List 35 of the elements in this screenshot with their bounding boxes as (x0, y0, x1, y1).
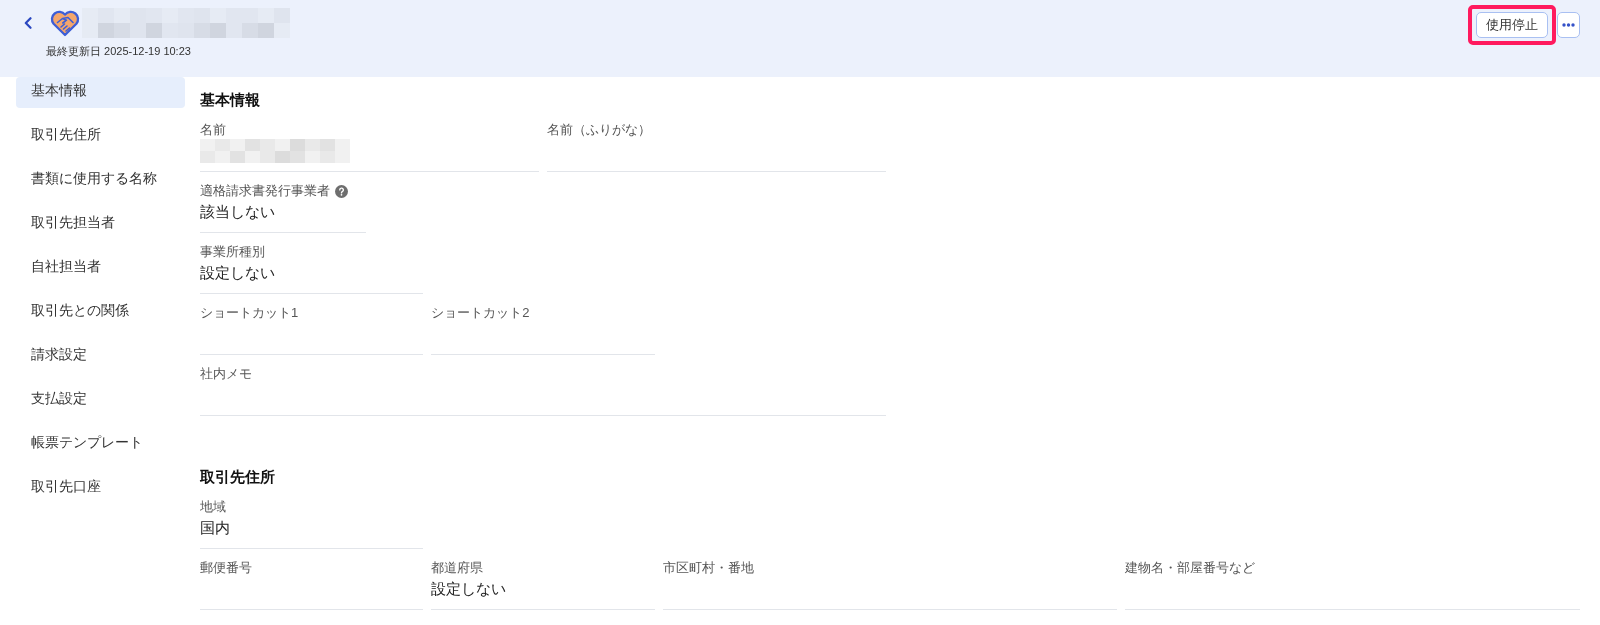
sidebar-item[interactable]: 取引先との関係 (16, 297, 185, 328)
last-updated-text: 最終更新日 2025-12-19 10:23 (46, 44, 191, 58)
section-heading: 取引先住所 (200, 467, 275, 487)
more-icon (1562, 23, 1575, 27)
sidebar-item[interactable]: 基本情報 (16, 77, 185, 108)
field-value: 設定しない (200, 263, 275, 283)
field-label: 名前（ふりがな） (547, 121, 651, 139)
sidebar-item[interactable]: 取引先口座 (16, 473, 185, 504)
field-label: 建物名・部屋番号など (1125, 559, 1256, 577)
sidebar-item[interactable]: 帳票テンプレート (16, 429, 185, 460)
section-heading: 基本情報 (200, 90, 260, 110)
stop-use-button[interactable]: 使用停止 (1476, 12, 1548, 38)
field-label: 名前 (200, 121, 226, 139)
help-icon[interactable] (335, 184, 348, 198)
field-value: 該当しない (200, 202, 275, 222)
sidebar-item[interactable]: 取引先担当者 (16, 209, 185, 240)
sidebar-item[interactable]: 書類に使用する名称 (16, 165, 185, 196)
field-label: ショートカット1 (200, 304, 299, 322)
back-icon (24, 16, 32, 29)
sidebar-item[interactable]: 支払設定 (16, 385, 185, 416)
field-label: 社内メモ (200, 365, 252, 383)
sidebar-item[interactable]: 請求設定 (16, 341, 185, 372)
more-button[interactable] (1557, 12, 1580, 38)
field-label: 郵便番号 (200, 559, 252, 577)
field-label: 事業所種別 (200, 243, 265, 261)
field-label: 市区町村・番地 (662, 559, 754, 577)
field-value: 設定しない (431, 579, 507, 599)
field-value: 国内 (200, 518, 230, 538)
sidebar-item[interactable]: 取引先住所 (16, 121, 185, 152)
handshake-heart-icon (50, 8, 80, 37)
field-label: 適格請求書発行事業者 (200, 182, 330, 200)
sidebar-item[interactable]: 自社担当者 (16, 253, 185, 284)
field-label: 地域 (200, 498, 226, 516)
field-label: ショートカット2 (431, 304, 530, 322)
field-label: 都道府県 (431, 559, 484, 577)
